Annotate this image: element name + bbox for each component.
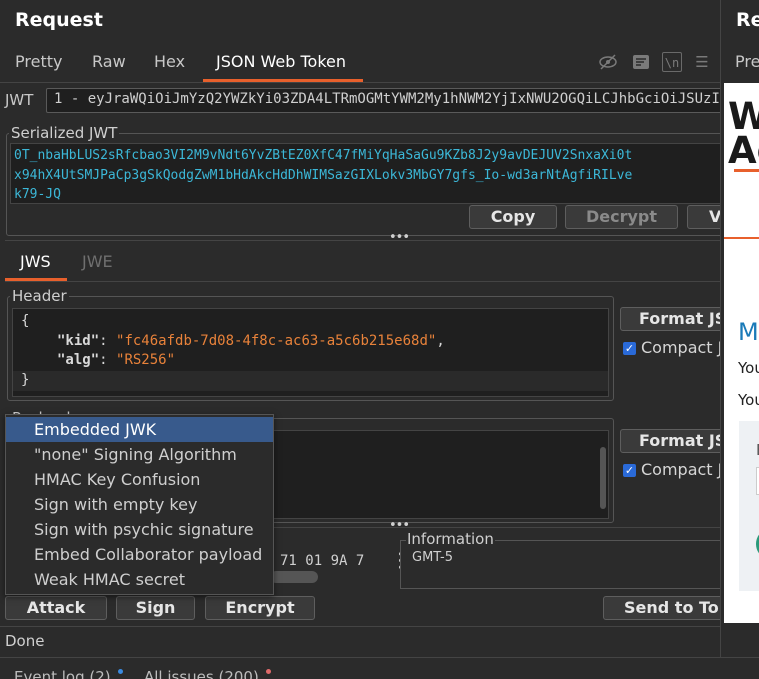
split-divider[interactable] bbox=[5, 240, 720, 241]
splitter-grip-icon[interactable]: ••• bbox=[389, 230, 410, 245]
status-text: Done bbox=[5, 632, 45, 650]
send-to-token-button[interactable]: Send to Token bbox=[603, 596, 720, 620]
all-issues-indicator bbox=[266, 669, 271, 674]
wrap-lines-icon[interactable] bbox=[631, 52, 651, 72]
tab-json-web-token[interactable]: JSON Web Token bbox=[216, 52, 346, 71]
menu-item-psychic-signature[interactable]: Sign with psychic signature bbox=[6, 517, 273, 542]
event-log-tab[interactable]: Event log (2) bbox=[14, 668, 111, 679]
payload-compact-json-label: Compact JSON bbox=[641, 460, 720, 479]
tab-jwe[interactable]: JWE bbox=[82, 252, 113, 271]
subtabs-divider bbox=[5, 281, 720, 282]
panel-title: Request bbox=[15, 9, 103, 31]
menu-item-hmac-key-confusion[interactable]: HMAC Key Confusion bbox=[6, 467, 273, 492]
all-issues-tab[interactable]: All issues (200) bbox=[144, 668, 259, 679]
serialized-line: k79-JQ bbox=[14, 187, 61, 202]
menu-item-embedded-jwk[interactable]: Embedded JWK bbox=[6, 417, 273, 442]
logo-accent bbox=[734, 169, 759, 172]
payload-compact-json-checkbox[interactable]: ✓ bbox=[623, 464, 636, 477]
signature-hex-preview: 71 01 9A 7 bbox=[280, 553, 365, 569]
copy-button[interactable]: Copy bbox=[469, 205, 557, 229]
event-log-indicator bbox=[118, 669, 123, 674]
response-title: Response bbox=[736, 9, 759, 31]
menu-item-embed-collaborator[interactable]: Embed Collaborator payload bbox=[6, 542, 273, 567]
json-brace: { bbox=[21, 313, 30, 329]
status-divider bbox=[0, 626, 720, 627]
information-text: GMT-5 bbox=[412, 550, 453, 565]
json-value-kid: "fc46afdb-7d08-4f8c-ac63-a5c6b215e68d" bbox=[116, 332, 437, 349]
json-key-alg: "alg" bbox=[57, 352, 100, 368]
menu-item-none-signing-algorithm[interactable]: "none" Signing Algorithm bbox=[6, 442, 273, 467]
serialized-line: x94hX4UtSMJPaCp3gSkQodgZwM1bHdAkcHdDhWIM… bbox=[14, 167, 633, 183]
attack-menu: Embedded JWK "none" Signing Algorithm HM… bbox=[5, 414, 274, 595]
information-label: Information bbox=[406, 530, 495, 548]
page-text: You bbox=[738, 391, 759, 409]
signature-scrollbar[interactable] bbox=[270, 571, 318, 583]
menu-item-weak-hmac-secret[interactable]: Weak HMAC secret bbox=[6, 567, 273, 592]
attack-button[interactable]: Attack bbox=[5, 596, 107, 620]
response-panel: Response Pretty We Ac M You You E bbox=[720, 0, 759, 657]
tab-raw[interactable]: Raw bbox=[92, 52, 126, 71]
serialized-line: 0T_nbaHbLUS2sRfcbao3VI2M9vNdt6YvZBtEZ0Xf… bbox=[14, 148, 633, 163]
jwt-label: JWT bbox=[5, 91, 34, 109]
header-format-json-button[interactable]: Format JSON bbox=[620, 307, 720, 331]
newline-toggle-icon[interactable]: \n bbox=[662, 52, 682, 72]
response-tab-pretty[interactable]: Pretty bbox=[735, 52, 759, 71]
verify-button[interactable]: Verify bbox=[687, 205, 720, 229]
hide-icon[interactable] bbox=[598, 52, 618, 72]
header-compact-json-label: Compact JSON bbox=[641, 338, 720, 357]
header-compact-json-checkbox[interactable]: ✓ bbox=[623, 342, 636, 355]
payload-scrollbar[interactable] bbox=[600, 447, 606, 509]
sign-button[interactable]: Sign bbox=[116, 596, 195, 620]
serialized-jwt-label: Serialized JWT bbox=[11, 124, 118, 142]
serialized-jwt-field[interactable]: 0T_nbaHbLUS2sRfcbao3VI2M9vNdt6YvZBtEZ0Xf… bbox=[10, 143, 720, 204]
menu-item-sign-empty-key[interactable]: Sign with empty key bbox=[6, 492, 273, 517]
encrypt-button[interactable]: Encrypt bbox=[205, 596, 315, 620]
site-logo: We Ac bbox=[728, 98, 759, 172]
json-brace: } bbox=[21, 371, 30, 388]
json-key-kid: "kid" bbox=[57, 332, 100, 349]
bottom-bar bbox=[0, 657, 759, 679]
header-label: Header bbox=[12, 287, 67, 305]
payload-format-json-button[interactable]: Format JSON bbox=[620, 429, 720, 453]
page-heading: M bbox=[738, 318, 759, 346]
tabs-divider bbox=[0, 82, 720, 83]
page-text: You bbox=[738, 359, 759, 377]
tab-pretty[interactable]: Pretty bbox=[15, 52, 62, 71]
header-editor[interactable]: { "kid": "fc46afdb-7d08-4f8c-ac63-a5c6b2… bbox=[12, 308, 609, 397]
page-accent-bar bbox=[724, 237, 759, 239]
jwt-select[interactable]: 1 - eyJraWQiOiJmYzQ2YWZkYi03ZDA4LTRmOGMt… bbox=[46, 88, 720, 113]
decrypt-button[interactable]: Decrypt bbox=[565, 205, 678, 229]
tab-jws[interactable]: JWS bbox=[20, 252, 51, 271]
request-panel: Request Pretty Raw Hex JSON Web Token \n… bbox=[0, 0, 720, 679]
tab-hex[interactable]: Hex bbox=[154, 52, 185, 71]
response-render-view: We Ac M You You E bbox=[724, 83, 759, 623]
menu-icon[interactable]: ☰ bbox=[692, 52, 712, 72]
json-value-alg: "RS256" bbox=[116, 352, 176, 368]
